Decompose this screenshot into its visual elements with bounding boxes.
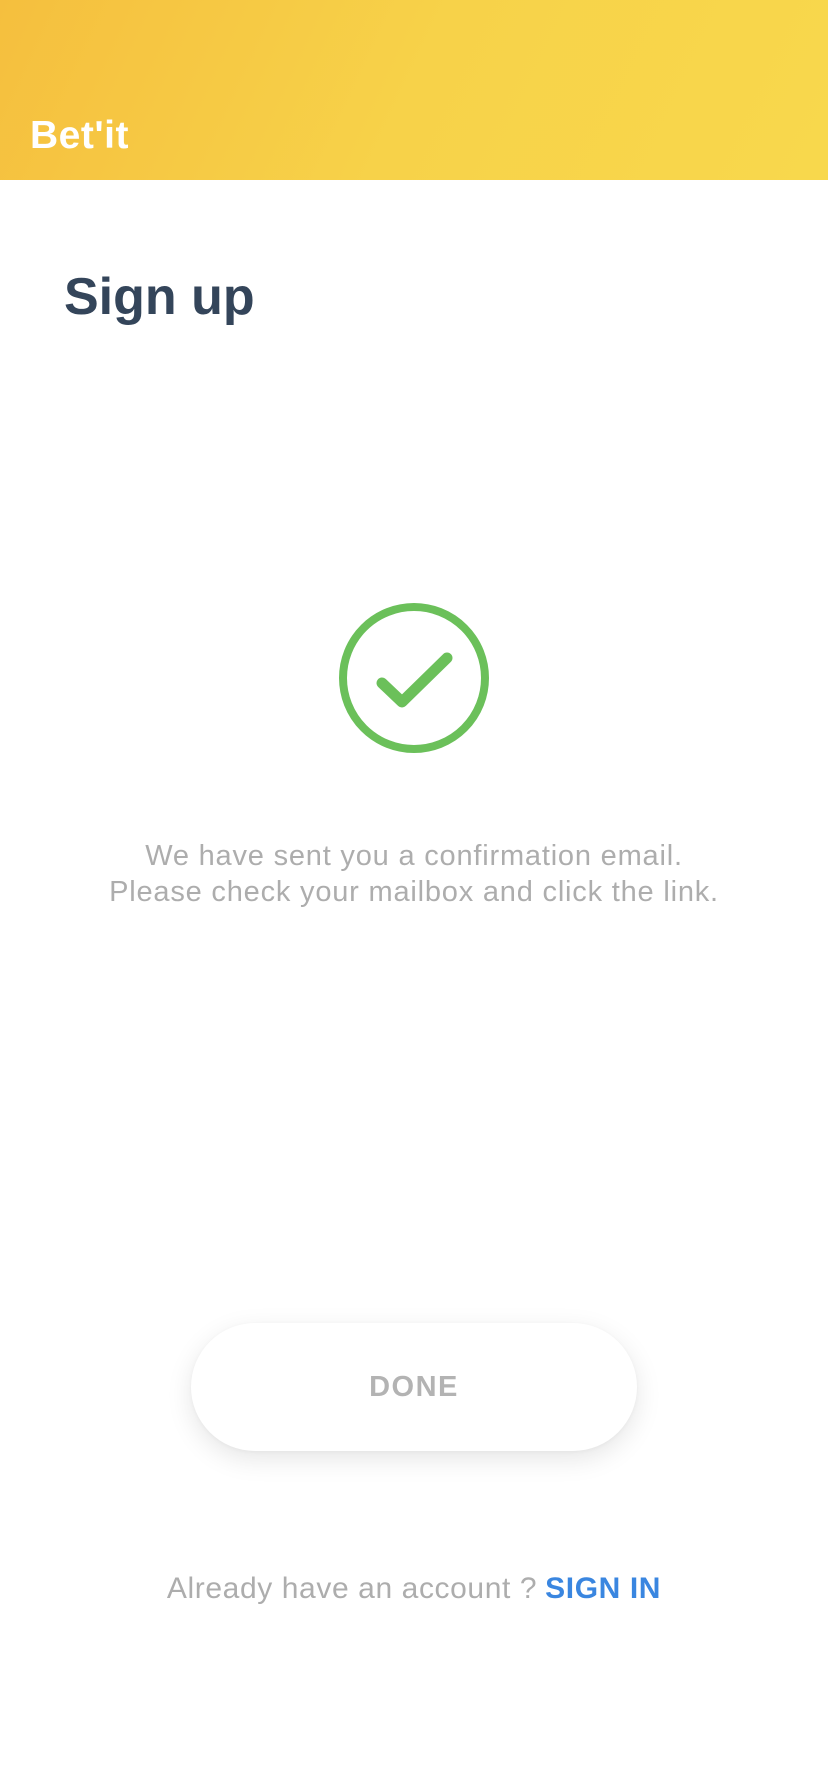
done-button-label: DONE	[369, 1370, 459, 1403]
done-button[interactable]: DONE	[191, 1323, 637, 1451]
signin-link[interactable]: SIGN IN	[545, 1572, 661, 1605]
app-title: Bet'it	[30, 114, 129, 157]
app-bar: Bet'it	[0, 0, 828, 180]
page-title: Sign up	[64, 268, 255, 326]
check-circle-icon	[339, 603, 489, 753]
confirmation-message: We have sent you a confirmation email. P…	[109, 840, 719, 908]
signin-row: Already have an account ? SIGN IN	[0, 1570, 828, 1608]
signin-prompt: Already have an account ?	[166, 1572, 538, 1605]
